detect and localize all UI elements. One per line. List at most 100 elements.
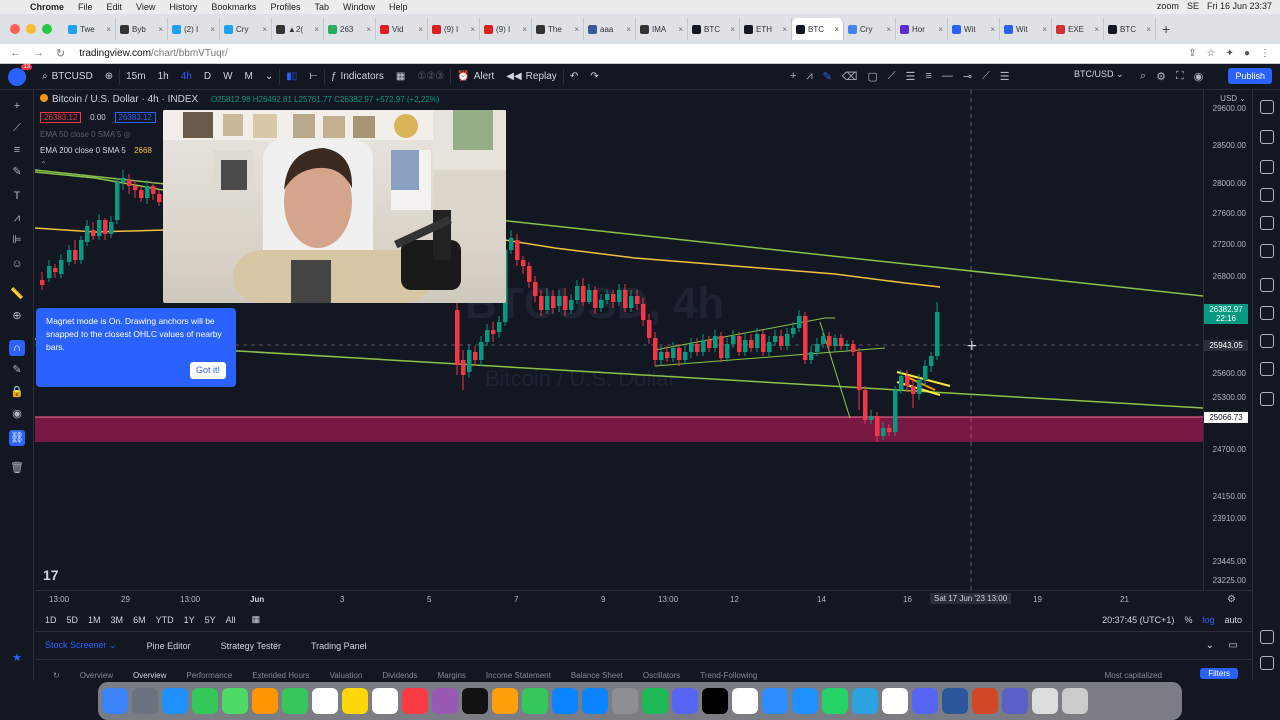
close-tab-icon[interactable]: ×	[782, 25, 787, 34]
chats-icon[interactable]	[1260, 278, 1274, 292]
close-tab-icon[interactable]: ×	[886, 25, 891, 34]
close-tab-icon[interactable]: ×	[574, 25, 579, 34]
dock-tv-icon[interactable]	[462, 688, 488, 714]
dock-safari-icon[interactable]	[162, 688, 188, 714]
symbol-selector[interactable]: BTC/USD ⌄	[1074, 69, 1124, 80]
close-tab-icon[interactable]: ×	[1146, 25, 1151, 34]
interval-dropdown-icon[interactable]: ⌄	[259, 71, 279, 82]
menu-profiles[interactable]: Profiles	[270, 2, 300, 12]
browser-tab[interactable]: Wit ×	[1000, 18, 1052, 40]
range-all[interactable]: All	[226, 615, 236, 625]
browser-tab[interactable]: (9) I ×	[480, 18, 532, 40]
emoji-tool-icon[interactable]: ☺	[9, 256, 25, 272]
sell-price[interactable]: 26383.12	[40, 112, 82, 123]
maximize-window-icon[interactable]	[42, 24, 52, 34]
dock-numbers-icon[interactable]	[522, 688, 548, 714]
fib-icon[interactable]: ☰	[906, 70, 916, 83]
browser-tab[interactable]: BTC ×	[688, 18, 740, 40]
forward-icon[interactable]: →	[33, 47, 44, 60]
signal-icon[interactable]	[1260, 392, 1274, 406]
browser-tab[interactable]: The ×	[532, 18, 584, 40]
settings-gear-icon[interactable]: ⚙	[1156, 70, 1166, 83]
forecast-tool-icon[interactable]: ⊫	[9, 232, 25, 248]
candles-icon[interactable]: ▮▯	[280, 71, 303, 82]
sync-link-icon[interactable]: ⛓	[9, 430, 25, 446]
new-tab-icon[interactable]: +	[1162, 21, 1170, 37]
minimize-window-icon[interactable]	[26, 24, 36, 34]
browser-tab[interactable]: BTC ×	[1104, 18, 1156, 40]
close-tab-icon[interactable]: ×	[678, 25, 683, 34]
crosshair-icon[interactable]: +	[790, 70, 796, 83]
tab-trading-panel[interactable]: Trading Panel	[311, 641, 367, 651]
user-avatar[interactable]: 13	[8, 63, 32, 86]
stay-drawing-icon[interactable]: ✎	[9, 362, 25, 378]
close-tab-icon[interactable]: ×	[990, 25, 995, 34]
alert-button[interactable]: ⏰ Alert	[451, 71, 500, 82]
dock-maps-icon[interactable]	[222, 688, 248, 714]
brush-icon[interactable]: ✎	[823, 70, 832, 83]
alerts-bell-icon[interactable]	[1260, 362, 1274, 376]
trend-line-icon[interactable]: ⟋	[982, 70, 990, 83]
browser-tab[interactable]: (2) I ×	[168, 18, 220, 40]
alerts-list-icon[interactable]	[1260, 130, 1274, 144]
dock-chrome-icon[interactable]	[732, 688, 758, 714]
maximize-panel-icon[interactable]: ▭	[1229, 640, 1238, 651]
dock-facetime-icon[interactable]	[282, 688, 308, 714]
eye-off-icon[interactable]: ◎	[124, 130, 131, 139]
menu-app[interactable]: Chrome	[30, 2, 64, 12]
extensions-icon[interactable]: ✦	[1226, 48, 1234, 59]
menu-file[interactable]: File	[78, 2, 93, 12]
ideas-icon[interactable]	[1260, 244, 1274, 258]
filters-button[interactable]: Filters	[1200, 668, 1238, 679]
close-tab-icon[interactable]: ×	[418, 25, 423, 34]
axis-settings-icon[interactable]: ⚙	[1227, 594, 1236, 605]
dock-messages-icon[interactable]	[192, 688, 218, 714]
close-tab-icon[interactable]: ×	[1042, 25, 1047, 34]
dock-word-icon[interactable]	[942, 688, 968, 714]
range-1m[interactable]: 1M	[88, 615, 101, 625]
bar-type-icon[interactable]: ⊢	[303, 71, 324, 82]
range-ytd[interactable]: YTD	[156, 615, 174, 625]
notifications-icon[interactable]	[1260, 306, 1274, 320]
templates-icon[interactable]: ▦	[390, 71, 411, 82]
dock-music-icon[interactable]	[402, 688, 428, 714]
close-tab-icon[interactable]: ×	[1094, 25, 1099, 34]
input-region[interactable]: SE	[1187, 1, 1199, 11]
browser-tab[interactable]: Vid ×	[376, 18, 428, 40]
dock-downloads-icon[interactable]	[1032, 688, 1058, 714]
browser-tab[interactable]: Hor ×	[896, 18, 948, 40]
publish-button[interactable]: Publish	[1228, 68, 1272, 84]
dock-photos-icon[interactable]	[252, 688, 278, 714]
legend-ema50[interactable]: EMA 50 close 0 SMA 5 ◎	[40, 130, 131, 139]
tab-stock-screener[interactable]: Stock Screener ⌄	[45, 640, 117, 651]
ruler-icon[interactable]: 📏	[9, 286, 25, 302]
menu-bookmarks[interactable]: Bookmarks	[211, 2, 256, 12]
buy-price[interactable]: 26383.12	[114, 112, 156, 123]
close-tab-icon[interactable]: ×	[938, 25, 943, 34]
dock-books-icon[interactable]	[492, 688, 518, 714]
support-zone[interactable]	[35, 417, 1203, 442]
screener-tab-extended-hours[interactable]: Extended Hours	[252, 671, 309, 680]
sort-dropdown[interactable]: Most capitalized	[1105, 671, 1162, 680]
browser-tab[interactable]: aaa ×	[584, 18, 636, 40]
camera-icon[interactable]: ◉	[1194, 70, 1204, 83]
collapse-legend-icon[interactable]: ⌃	[40, 160, 47, 169]
refresh-icon[interactable]: ↻	[53, 671, 60, 680]
crosshair-tool-icon[interactable]: +	[9, 98, 25, 114]
collapse-panel-icon[interactable]: ⌄	[1206, 640, 1214, 651]
close-tab-icon[interactable]: ×	[262, 25, 267, 34]
range-5y[interactable]: 5Y	[205, 615, 216, 625]
browser-tab[interactable]: IMA ×	[636, 18, 688, 40]
screener-tab-valuation[interactable]: Valuation	[330, 671, 363, 680]
goto-date-icon[interactable]: ▦	[252, 614, 261, 625]
interval-4h[interactable]: 4h	[175, 71, 198, 82]
star-icon[interactable]: ★	[9, 650, 25, 666]
hotlists-icon[interactable]	[1260, 188, 1274, 202]
screener-tab-trend-following[interactable]: Trend-Following	[700, 671, 757, 680]
url-field[interactable]: tradingview.com/chart/bbmVTuqr/	[79, 48, 228, 59]
undo-icon[interactable]: ↶	[564, 71, 584, 82]
profile-icon[interactable]: ●	[1244, 48, 1250, 59]
data-window-icon[interactable]	[1260, 160, 1274, 174]
price-axis[interactable]: USD ⌄ 29600.00 28500.00 28000.00 27600.0…	[1203, 90, 1252, 590]
current-price-label[interactable]: 26382.97 22:16	[1204, 304, 1248, 324]
